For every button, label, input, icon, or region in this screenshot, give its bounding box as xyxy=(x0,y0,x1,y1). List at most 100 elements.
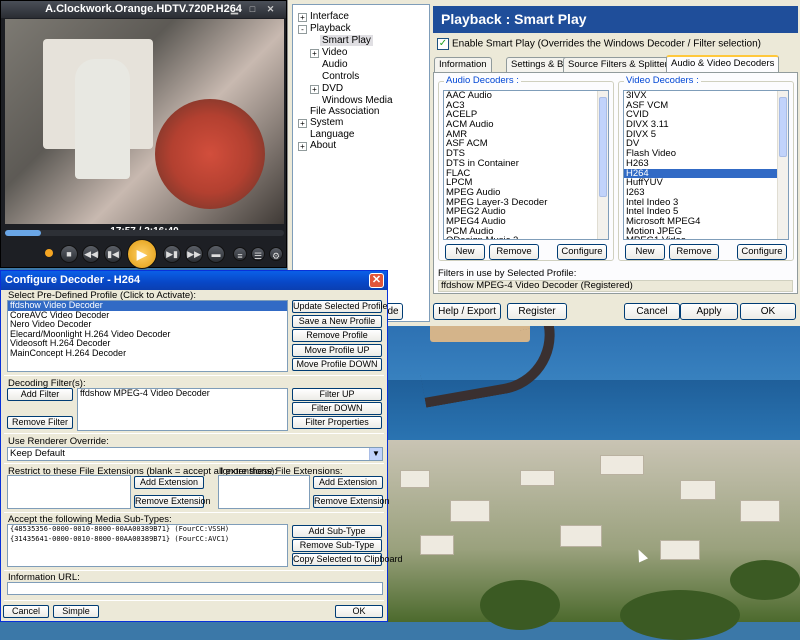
video-decoders-list[interactable]: 3IVX ASF VCM CVID DIVX 3.11 DIVX 5 DV Flash Vi… xyxy=(623,90,789,240)
copy-clipboard-button[interactable]: Copy Selected to Clipboard xyxy=(292,553,403,566)
maximize-icon[interactable]: □ xyxy=(247,4,258,15)
media-subtypes-list[interactable]: {48535356-0000-0010-8000-00AA00389B71} (… xyxy=(7,524,288,567)
tree-expander-icon[interactable]: + xyxy=(298,119,307,128)
audio-remove-button[interactable]: Remove xyxy=(489,244,539,260)
tree-expander-icon[interactable]: + xyxy=(310,85,319,94)
decoding-filters-list[interactable]: ffdshow MPEG-4 Video Decoder xyxy=(77,388,288,431)
wallpaper-house xyxy=(520,470,555,486)
list-item[interactable]: HuffYUV xyxy=(624,178,788,188)
tab-audio-video-decoders[interactable]: Audio & Video Decoders xyxy=(666,55,780,73)
audio-list-scrollbar[interactable] xyxy=(597,91,608,239)
playlist-icon[interactable]: ☰ xyxy=(251,247,265,261)
update-profile-button[interactable]: Update Selected Profile xyxy=(292,300,388,313)
tree-item-windows-media[interactable]: Windows Media xyxy=(322,95,393,106)
video-remove-button[interactable]: Remove xyxy=(669,244,719,260)
audio-new-button[interactable]: New xyxy=(445,244,485,260)
register-button[interactable]: Register xyxy=(507,303,567,320)
video-list-scrollbar[interactable] xyxy=(777,91,788,239)
seek-bar-fill xyxy=(5,230,42,236)
tree-item-playback[interactable]: Playback xyxy=(310,23,351,34)
audio-decoders-list[interactable]: AAC Audio AC3 ACELP ACM Audio AMR ASF ACM DTS D… xyxy=(443,90,609,240)
stop-icon[interactable]: ■ xyxy=(60,245,78,263)
video-configure-button[interactable]: Configure xyxy=(737,244,787,260)
tab-source-filters[interactable]: Source Filters & Splitters xyxy=(563,57,678,72)
filter-up-button[interactable]: Filter UP xyxy=(292,388,382,401)
profiles-list[interactable]: ffdshow Video Decoder CoreAVC Video Decod… xyxy=(7,300,288,372)
tree-item-audio[interactable]: Audio xyxy=(322,59,348,70)
list-item[interactable]: {48535356-0000-0010-8000-00AA00389B71} (… xyxy=(8,525,287,535)
scrollbar-thumb[interactable] xyxy=(599,97,607,197)
filter-properties-button[interactable]: Filter Properties xyxy=(292,416,382,429)
list-item[interactable]: {31435641-0000-0010-8000-00AA00389B71} (… xyxy=(8,535,287,545)
add-subtype-button[interactable]: Add Sub-Type xyxy=(292,525,382,538)
tree-item-language[interactable]: Language xyxy=(310,129,355,140)
list-item[interactable]: MainConcept H.264 Decoder xyxy=(8,348,287,359)
tree-expander-icon[interactable]: + xyxy=(298,13,307,22)
move-profile-down-button[interactable]: Move Profile DOWN xyxy=(292,358,382,371)
audio-decoders-items: AAC Audio AC3 ACELP ACM Audio AMR ASF ACM DTS D… xyxy=(444,91,608,239)
dialog-title-bar[interactable]: Configure Decoder - H264 ✕ xyxy=(1,271,387,290)
tree-expander-icon[interactable]: + xyxy=(298,142,307,151)
restrict-remove-extension-button[interactable]: Remove Extension xyxy=(134,495,211,508)
eject-icon[interactable]: ▬ xyxy=(207,245,225,263)
list-item[interactable]: QDesign Music 2 xyxy=(444,236,608,239)
close-icon[interactable]: ✕ xyxy=(265,4,276,15)
simple-button[interactable]: Simple xyxy=(53,605,99,618)
tree-item-smart-play[interactable]: Smart Play xyxy=(320,35,373,46)
save-profile-button[interactable]: Save a New Profile xyxy=(292,315,382,328)
renderer-override-select[interactable]: Keep Default ▼ xyxy=(7,447,383,461)
ignore-extensions-field[interactable] xyxy=(218,475,310,509)
filter-down-button[interactable]: Filter DOWN xyxy=(292,402,382,415)
tab-information[interactable]: Information xyxy=(434,57,492,72)
dialog-cancel-button[interactable]: Cancel xyxy=(3,605,49,618)
list-item[interactable]: MPEG1 Video xyxy=(624,236,788,239)
restrict-extensions-field[interactable] xyxy=(7,475,131,509)
tree-item-dvd[interactable]: DVD xyxy=(322,83,343,94)
remove-profile-button[interactable]: Remove Profile xyxy=(292,329,382,342)
tree-item-interface[interactable]: Interface xyxy=(310,11,349,22)
list-item[interactable]: ASF ACM xyxy=(444,139,608,149)
rewind-icon[interactable]: ◀◀ xyxy=(82,245,100,263)
move-profile-up-button[interactable]: Move Profile UP xyxy=(292,344,382,357)
settings-icon[interactable]: ⚙ xyxy=(269,247,283,261)
video-new-button[interactable]: New xyxy=(625,244,665,260)
close-icon[interactable]: ✕ xyxy=(369,273,384,288)
minimize-icon[interactable]: ▁ xyxy=(229,4,240,15)
apply-button[interactable]: Apply xyxy=(680,303,738,320)
previous-icon[interactable]: ▮◀ xyxy=(104,245,122,263)
tree-expander-icon[interactable]: - xyxy=(298,25,307,34)
play-icon[interactable]: ▶ xyxy=(127,239,157,269)
enable-smart-play-checkbox[interactable]: ✓ Enable Smart Play (Overrides the Window… xyxy=(437,38,761,50)
tree-item-file-association[interactable]: File Association xyxy=(310,106,379,117)
equalizer-icon[interactable]: ≡ xyxy=(233,247,247,261)
remove-subtype-button[interactable]: Remove Sub-Type xyxy=(292,539,382,552)
tree-item-about[interactable]: About xyxy=(310,140,336,151)
tree-expander-icon[interactable]: + xyxy=(310,49,319,58)
list-item[interactable]: ACM Audio xyxy=(444,120,608,130)
cancel-button[interactable]: Cancel xyxy=(624,303,680,320)
tree-item-controls[interactable]: Controls xyxy=(322,71,359,82)
ignore-remove-extension-button[interactable]: Remove Extension xyxy=(313,495,390,508)
ignore-add-extension-button[interactable]: Add Extension xyxy=(313,476,383,489)
list-item[interactable]: AAC Audio xyxy=(444,91,608,101)
list-item[interactable]: ffdshow MPEG-4 Video Decoder xyxy=(78,389,287,399)
chevron-down-icon[interactable]: ▼ xyxy=(369,448,382,460)
information-url-field[interactable] xyxy=(7,582,383,595)
add-filter-button[interactable]: Add Filter xyxy=(7,388,73,401)
tree-item-system[interactable]: System xyxy=(310,117,343,128)
help-export-button[interactable]: Help / Export xyxy=(433,303,501,320)
player-title-bar[interactable]: A.Clockwork.Orange.HDTV.720P.H264 ▁ □ ✕ xyxy=(1,1,286,18)
video-display[interactable] xyxy=(5,19,284,224)
remove-filter-button[interactable]: Remove Filter xyxy=(7,416,73,429)
list-item[interactable]: DIVX 5 xyxy=(624,130,788,140)
ok-button[interactable]: OK xyxy=(740,303,796,320)
restrict-add-extension-button[interactable]: Add Extension xyxy=(134,476,204,489)
seek-bar[interactable] xyxy=(5,230,284,236)
fast-forward-icon[interactable]: ▶▶ xyxy=(185,245,203,263)
enable-smart-play-label: Enable Smart Play (Overrides the Windows… xyxy=(452,38,762,50)
tree-item-video[interactable]: Video xyxy=(322,47,347,58)
audio-configure-button[interactable]: Configure xyxy=(557,244,607,260)
scrollbar-thumb[interactable] xyxy=(779,97,787,157)
dialog-ok-button[interactable]: OK xyxy=(335,605,383,618)
next-icon[interactable]: ▶▮ xyxy=(163,245,181,263)
